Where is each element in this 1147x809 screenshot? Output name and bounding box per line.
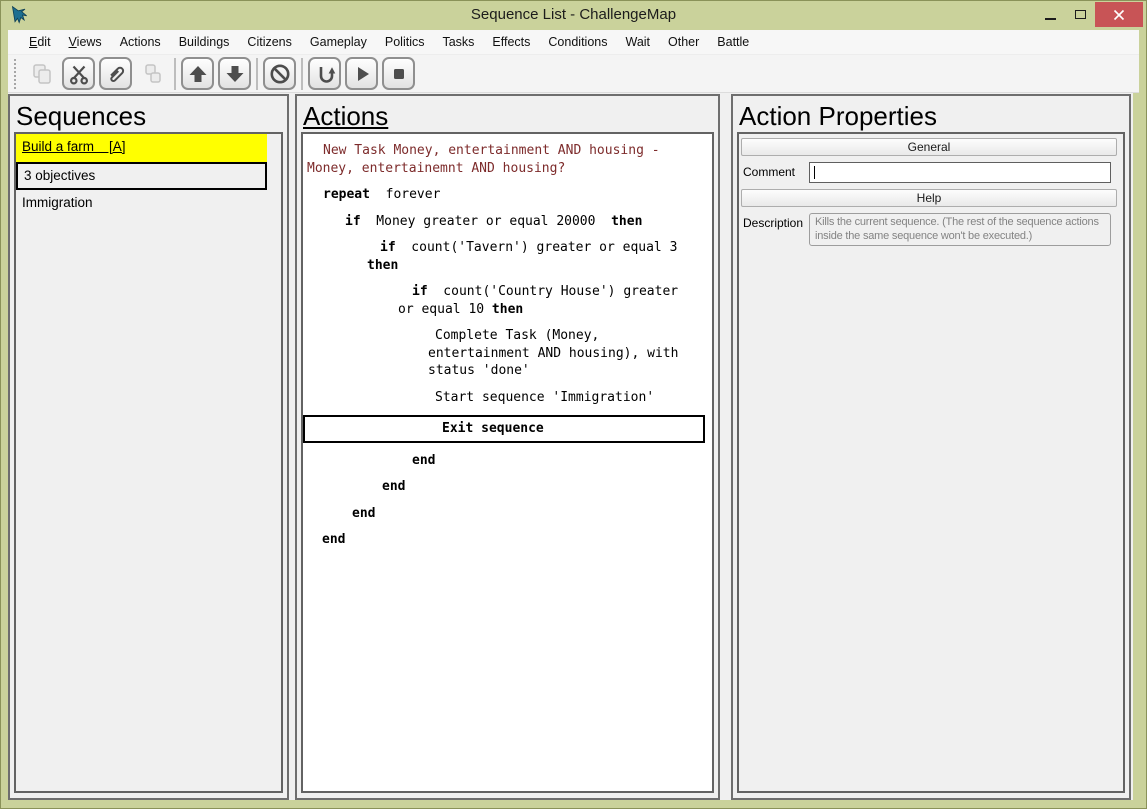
description-field-row: Description Kills the current sequence. … xyxy=(741,213,1121,246)
close-icon xyxy=(1113,9,1125,20)
action-row[interactable]: if Money greater or equal 20000 then xyxy=(303,213,695,231)
comment-label: Comment xyxy=(743,165,796,179)
stop-icon xyxy=(387,62,411,86)
cut-button[interactable] xyxy=(62,57,95,90)
maximize-button[interactable] xyxy=(1065,2,1095,27)
play-icon xyxy=(350,62,374,86)
copy-button xyxy=(25,57,58,90)
menu-item-wait[interactable]: Wait xyxy=(616,30,659,55)
sequences-list[interactable]: Build a farm [A] 3 objectives Immigration xyxy=(14,132,283,793)
menu-item-battle[interactable]: Battle xyxy=(708,30,758,55)
minimize-icon xyxy=(1044,17,1056,20)
window-controls xyxy=(1035,2,1143,27)
action-row[interactable]: Exit sequence xyxy=(303,415,705,443)
sequence-item[interactable]: Immigration xyxy=(16,190,281,218)
return-button[interactable] xyxy=(308,57,341,90)
play-button[interactable] xyxy=(345,57,378,90)
action-row[interactable]: if count('Country House') greater or equ… xyxy=(303,283,695,318)
action-row[interactable]: Complete Task (Money, entertainment AND … xyxy=(303,327,695,380)
menu-item-buildings[interactable]: Buildings xyxy=(170,30,239,55)
maximize-icon xyxy=(1074,10,1086,19)
toolbar-separator xyxy=(174,57,176,90)
menu-item-politics[interactable]: Politics xyxy=(376,30,434,55)
close-button[interactable] xyxy=(1095,2,1143,27)
action-properties-panel: Action Properties General Comment Help D… xyxy=(731,94,1131,800)
move-up-icon xyxy=(186,62,210,86)
copy-icon xyxy=(30,62,54,86)
actions-list[interactable]: New Task Money, entertainment AND housin… xyxy=(301,132,714,793)
menu-item-actions[interactable]: Actions xyxy=(111,30,170,55)
properties-box: General Comment Help Description Kills t… xyxy=(737,132,1125,793)
action-row[interactable]: if count('Tavern') greater or equal 3 th… xyxy=(303,239,695,274)
stop-button[interactable] xyxy=(382,57,415,90)
actions-heading: Actions xyxy=(303,101,389,131)
sequences-heading: Sequences xyxy=(16,101,147,131)
comment-input-border xyxy=(809,162,1111,183)
actions-panel: Actions New Task Money, entertainment AN… xyxy=(295,94,720,800)
menu-item-other[interactable]: Other xyxy=(659,30,708,55)
comment-input[interactable] xyxy=(810,163,1110,182)
comment-field-row: Comment xyxy=(741,162,1121,183)
menu-item-effects[interactable]: Effects xyxy=(483,30,539,55)
move-up-button[interactable] xyxy=(181,57,214,90)
content-area: Sequences Build a farm [A] 3 objectives Im… xyxy=(8,93,1133,800)
toolbar xyxy=(8,55,1139,93)
menu-item-citizens[interactable]: Citizens xyxy=(238,30,300,55)
move-down-button[interactable] xyxy=(218,57,251,90)
move-down-icon xyxy=(223,62,247,86)
help-group-header[interactable]: Help xyxy=(741,189,1117,207)
block-icon xyxy=(268,62,292,86)
cut-icon xyxy=(67,62,91,86)
minimize-button[interactable] xyxy=(1035,2,1065,27)
action-row[interactable]: end xyxy=(303,478,695,496)
block-button[interactable] xyxy=(263,57,296,90)
action-row[interactable]: end xyxy=(303,452,695,470)
menu-bar: Edit Views Actions Buildings Citizens Gamepla… xyxy=(8,30,1139,55)
sequence-item[interactable]: 3 objectives xyxy=(16,162,267,190)
duplicate-button xyxy=(136,57,169,90)
toolbar-separator xyxy=(301,57,303,90)
return-icon xyxy=(313,62,337,86)
menu-item-views[interactable]: Views xyxy=(60,30,111,55)
sequences-panel: Sequences Build a farm [A] 3 objectives Im… xyxy=(8,94,289,800)
action-row[interactable]: repeat forever xyxy=(303,186,695,204)
sequence-item[interactable]: Build a farm [A] xyxy=(16,134,267,162)
menu-item-tasks[interactable]: Tasks xyxy=(433,30,483,55)
general-group-header[interactable]: General xyxy=(741,138,1117,156)
action-row[interactable]: end xyxy=(303,531,695,549)
toolbar-gripper[interactable] xyxy=(14,58,18,89)
duplicate-icon xyxy=(141,62,165,86)
application-window: Sequence List - ChallengeMap Edit Views Ac… xyxy=(0,0,1147,809)
window-title: Sequence List - ChallengeMap xyxy=(470,6,677,23)
action-properties-heading: Action Properties xyxy=(739,101,937,131)
menu-item-conditions[interactable]: Conditions xyxy=(539,30,616,55)
menu-item-gameplay[interactable]: Gameplay xyxy=(301,30,376,55)
action-row[interactable]: Start sequence 'Immigration' xyxy=(303,389,695,407)
paperclip-icon xyxy=(104,62,128,86)
titlebar[interactable]: Sequence List - ChallengeMap xyxy=(0,0,1147,30)
description-text: Kills the current sequence. (The rest of… xyxy=(809,213,1111,246)
action-row[interactable]: end xyxy=(303,505,695,523)
toolbar-separator xyxy=(256,57,258,90)
menu-item-edit[interactable]: Edit xyxy=(20,30,60,55)
action-row[interactable]: New Task Money, entertainment AND housin… xyxy=(303,142,695,177)
description-label: Description xyxy=(743,216,804,230)
paperclip-button[interactable] xyxy=(99,57,132,90)
